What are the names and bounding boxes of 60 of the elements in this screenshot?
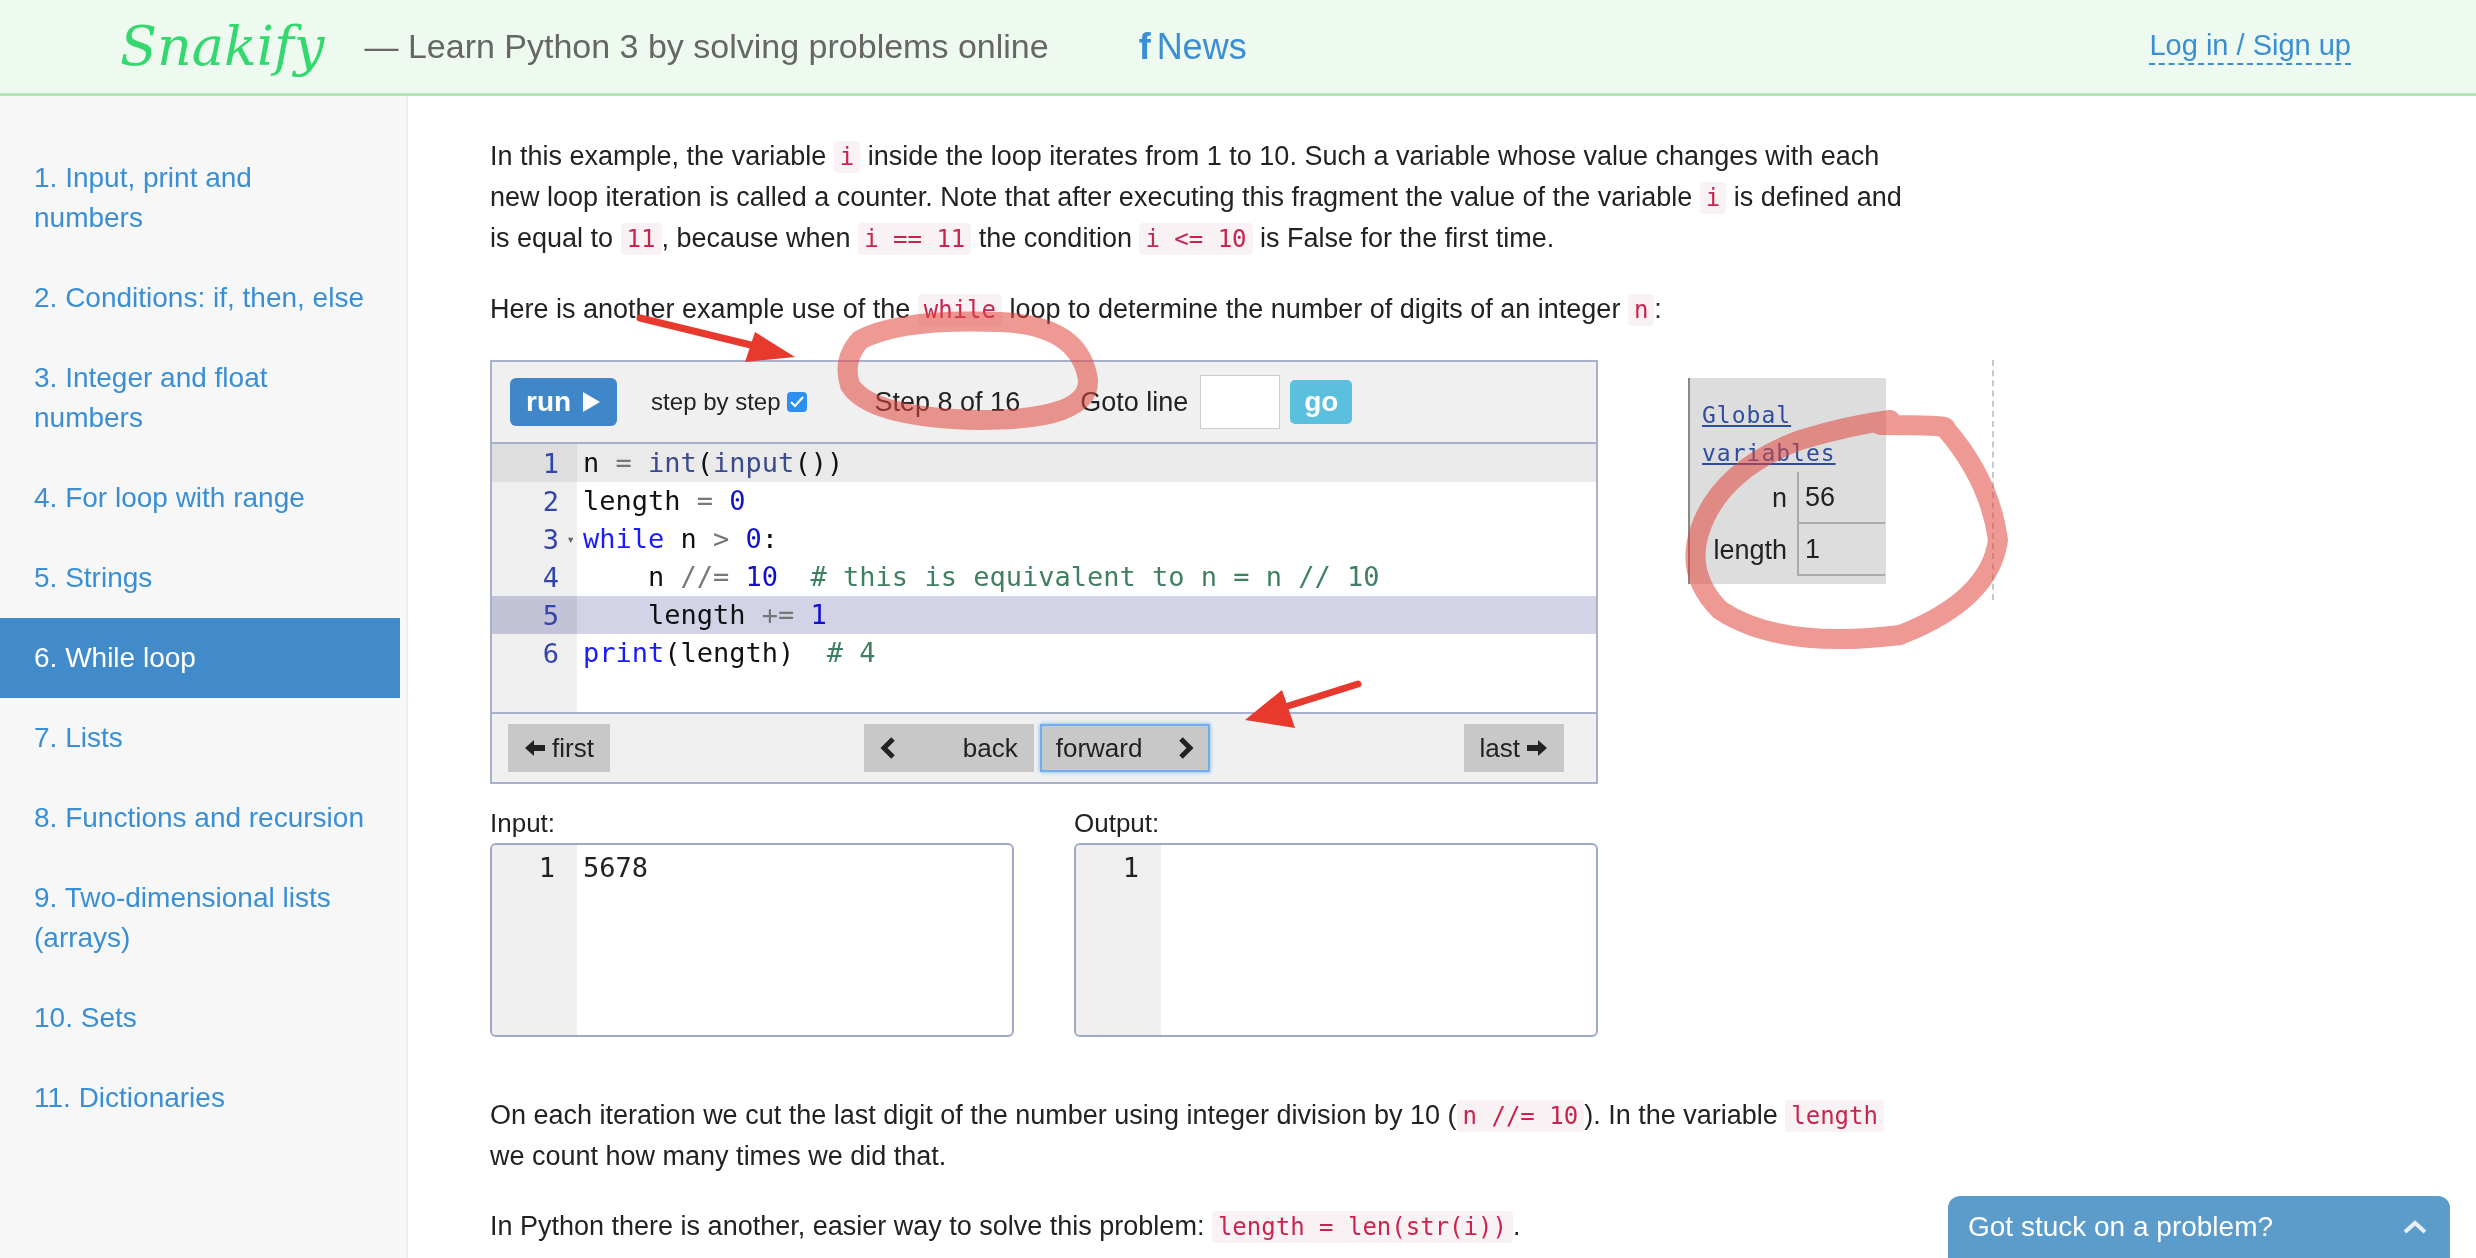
sidebar-item[interactable]: 7. Lists — [0, 698, 400, 778]
line-number: 4 — [542, 561, 559, 593]
paragraph: In this example, the variable i inside the loop iterates from 1 to 10. Such a variable whose value changes with each new loop iteration is called a counter. Note that after executing this fragment the value of the variable i is defined and is equal to 11 , because when i == 11 the condition i <= 10 is False for the first time. — [490, 140, 1903, 257]
last-button[interactable]: last — [1463, 724, 1564, 772]
first-button[interactable]: first — [508, 724, 610, 772]
run-button[interactable]: run — [510, 378, 618, 426]
line-number: 1 — [542, 447, 559, 479]
line-number: 1 — [1122, 851, 1139, 885]
paragraph: In Python there is another, easier way to solve this problem: length = len(str(i)) . — [490, 1210, 1522, 1245]
tagline: — Learn Python 3 by solving problems online — [364, 27, 1049, 66]
step-counter: Step 8 of 16 — [874, 386, 1021, 418]
play-icon — [581, 391, 602, 413]
output-label: Output: — [1074, 808, 1161, 839]
variable-name: n — [1770, 481, 1788, 515]
line-number: 5 — [542, 599, 559, 631]
line-number: 1 — [538, 851, 555, 885]
help-chat-tab[interactable]: Got stuck on a problem? — [1948, 1196, 2450, 1258]
arrow-left-icon — [524, 738, 546, 758]
input-text: 5678 — [583, 851, 649, 885]
chevron-left-icon — [879, 737, 896, 759]
chevron-right-icon — [1177, 737, 1194, 759]
sidebar-item[interactable]: 5. Strings — [0, 538, 400, 618]
sidebar-item[interactable]: 11. Dictionaries — [0, 1058, 400, 1138]
paragraph: Here is another example use of the while loop to determine the number of digits of an integer n : — [490, 293, 1663, 328]
forward-button[interactable]: forward — [1039, 724, 1210, 772]
code-line: while n > 0: — [582, 522, 780, 556]
line-number: 3 — [542, 523, 559, 555]
goto-line-field[interactable] — [1200, 375, 1281, 429]
step-by-step-label: step by step — [651, 388, 781, 416]
sidebar-item[interactable]: 9. Two-dimensional lists (arrays) — [0, 858, 400, 978]
fold-marker[interactable]: ▾ — [566, 531, 575, 547]
sidebar-item[interactable]: 6. While loop — [0, 618, 400, 698]
sidebar-item[interactable]: 10. Sets — [0, 978, 400, 1058]
goto-line-label: Goto line — [1080, 386, 1189, 418]
line-number: 6 — [542, 637, 559, 669]
code-line: print(length) # 4 — [582, 636, 877, 670]
variable-value: 56 — [1797, 472, 1885, 524]
sidebar-item[interactable]: 1. Input, print and numbers — [0, 138, 400, 258]
paragraph: On each iteration we cut the last digit of the number using integer division by 10 ( n //= 10 ). In the variable length we count how many times we did that. — [490, 1095, 1920, 1176]
login-link[interactable]: Log in / Sign up — [2149, 28, 2351, 65]
globals-title[interactable]: Global variables — [1702, 396, 1886, 472]
output-editor[interactable]: 1 — [1074, 843, 1598, 1037]
input-editor[interactable]: 1 5678 — [490, 843, 1014, 1037]
back-button[interactable]: back — [863, 724, 1034, 772]
step-by-step-checkbox[interactable] — [786, 392, 807, 412]
go-button[interactable]: go — [1290, 380, 1353, 424]
news-link[interactable]: f News — [1138, 25, 1247, 68]
sidebar-item[interactable]: 8. Functions and recursion — [0, 778, 400, 858]
chevron-up-icon — [2402, 1219, 2428, 1235]
sidebar-item[interactable]: 3. Integer and float numbers — [0, 338, 400, 458]
sidebar-item[interactable]: 2. Conditions: if, then, else — [0, 258, 400, 338]
line-number: 2 — [542, 485, 559, 517]
code-line: length = 0 — [582, 484, 747, 518]
sidebar-item[interactable]: 4. For loop with range — [0, 458, 400, 538]
variable-value: 1 — [1797, 524, 1885, 576]
arrow-right-icon — [1526, 738, 1548, 758]
variable-name: length — [1712, 533, 1788, 567]
code-line: n //= 10 # this is equivalent to n = n // 10 — [647, 560, 1381, 594]
input-label: Input: — [490, 808, 557, 839]
logo[interactable]: Snakify — [120, 15, 325, 78]
